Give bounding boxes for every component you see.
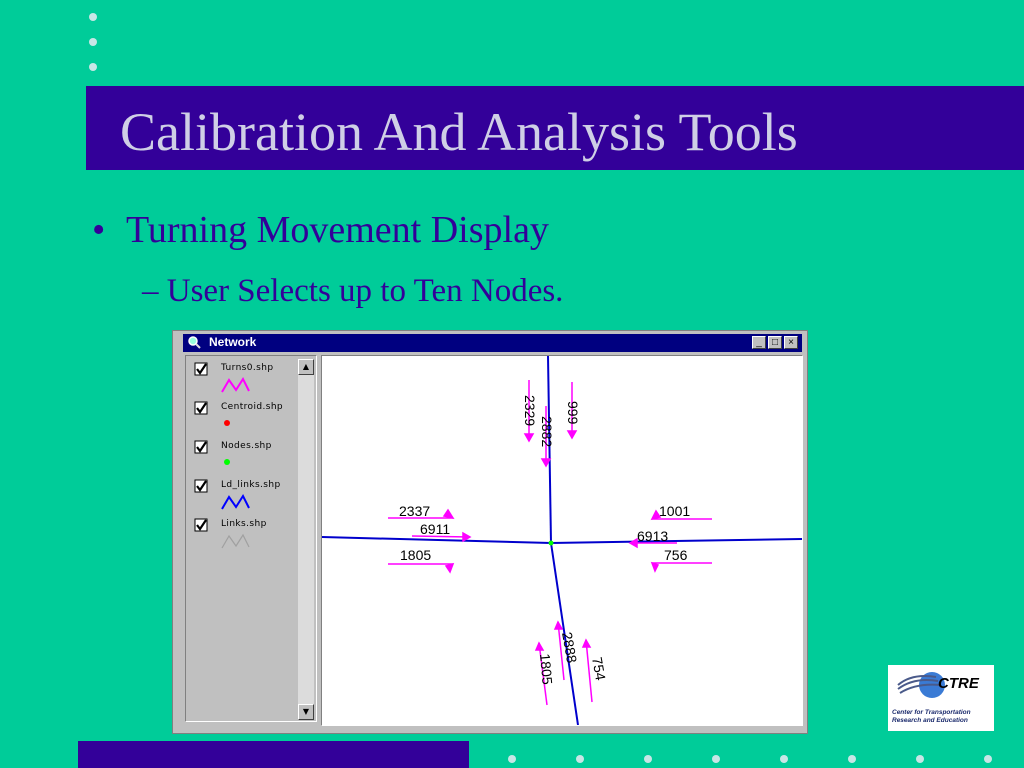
bullet-mark: •	[92, 209, 106, 251]
map-canvas: 2329 2882 999 2337 6911 1805 1001 6913 7…	[322, 356, 802, 725]
decor-dot	[984, 755, 992, 763]
bullet-text: Turning Movement Display	[126, 209, 549, 251]
close-button[interactable]: ×	[784, 336, 798, 349]
decor-dot	[780, 755, 788, 763]
checkbox-checked-icon[interactable]	[194, 440, 208, 454]
footer-bar	[78, 741, 469, 768]
decor-dot	[89, 13, 97, 21]
red-dot-icon	[224, 420, 230, 426]
checkbox-checked-icon[interactable]	[194, 518, 208, 532]
layer-item-nodes[interactable]: Nodes.shp	[194, 440, 294, 476]
layer-name: Turns0.shp	[221, 363, 274, 373]
map-view[interactable]: 2329 2882 999 2337 6911 1805 1001 6913 7…	[321, 355, 803, 726]
zigzag-line-icon	[221, 533, 250, 549]
volume-label: 2337	[399, 503, 430, 519]
volume-label: 999	[565, 401, 581, 425]
layer-name: Centroid.shp	[221, 402, 284, 412]
volume-label: 6911	[420, 521, 450, 537]
minimize-button[interactable]: _	[752, 336, 766, 349]
volume-label: 754	[589, 656, 609, 682]
layer-item-centroid[interactable]: Centroid.shp	[194, 401, 294, 437]
decor-dot	[916, 755, 924, 763]
magnifier-icon	[187, 335, 201, 354]
zigzag-line-icon	[221, 376, 250, 393]
turn-arrow-west-bottom	[388, 562, 455, 574]
maximize-button[interactable]: □	[768, 336, 782, 349]
road-west	[322, 536, 552, 544]
window-title: Network	[209, 335, 257, 349]
turn-arrow-east-bottom	[650, 561, 712, 573]
layer-item-turns0[interactable]: Turns0.shp	[194, 362, 294, 398]
bullet-item: • Turning Movement Display	[92, 208, 549, 252]
volume-label: 1001	[659, 503, 690, 519]
green-dot-icon	[224, 459, 230, 465]
decor-dot	[712, 755, 720, 763]
turn-arrow-south-right	[581, 638, 593, 703]
ctre-logo: CTRE Center for Transportation Research …	[888, 665, 994, 731]
layer-name: Links.shp	[221, 519, 267, 529]
zigzag-line-icon	[221, 493, 250, 510]
checkbox-checked-icon[interactable]	[194, 362, 208, 376]
network-window: Network _ □ × Turns0.shp Centroid.shp No…	[172, 330, 808, 734]
volume-label: 2882	[539, 416, 555, 447]
legend-scrollbar[interactable]: ▲ ▼	[298, 359, 314, 720]
decor-dot	[89, 63, 97, 71]
volume-label: 2329	[522, 395, 538, 426]
decor-dot	[576, 755, 584, 763]
checkbox-checked-icon[interactable]	[194, 479, 208, 493]
road-north	[547, 356, 552, 544]
layer-name: Nodes.shp	[221, 441, 272, 451]
decor-dot	[848, 755, 856, 763]
decor-dot	[89, 38, 97, 46]
layer-item-links[interactable]: Links.shp	[194, 518, 294, 554]
node-marker	[548, 540, 554, 546]
window-titlebar[interactable]: Network _ □ ×	[183, 334, 802, 352]
layer-name: Ld_links.shp	[221, 480, 281, 490]
scroll-down-button[interactable]: ▼	[298, 704, 314, 720]
logo-caption: Center for Transportation Research and E…	[892, 709, 971, 724]
volume-label: 756	[664, 547, 688, 563]
slide: Calibration And Analysis Tools • Turning …	[0, 0, 1024, 768]
volume-label: 1805	[537, 653, 556, 686]
decor-dot	[644, 755, 652, 763]
scroll-up-button[interactable]: ▲	[298, 359, 314, 375]
logo-wordmark: CTRE	[938, 675, 979, 692]
sub-bullet-item: – User Selects up to Ten Nodes.	[142, 273, 564, 309]
checkbox-checked-icon[interactable]	[194, 401, 208, 415]
volume-label: 1805	[400, 547, 431, 563]
layer-item-ld-links[interactable]: Ld_links.shp	[194, 479, 294, 515]
slide-title: Calibration And Analysis Tools	[120, 102, 798, 162]
volume-label: 6913	[637, 528, 668, 544]
decor-dot	[508, 755, 516, 763]
